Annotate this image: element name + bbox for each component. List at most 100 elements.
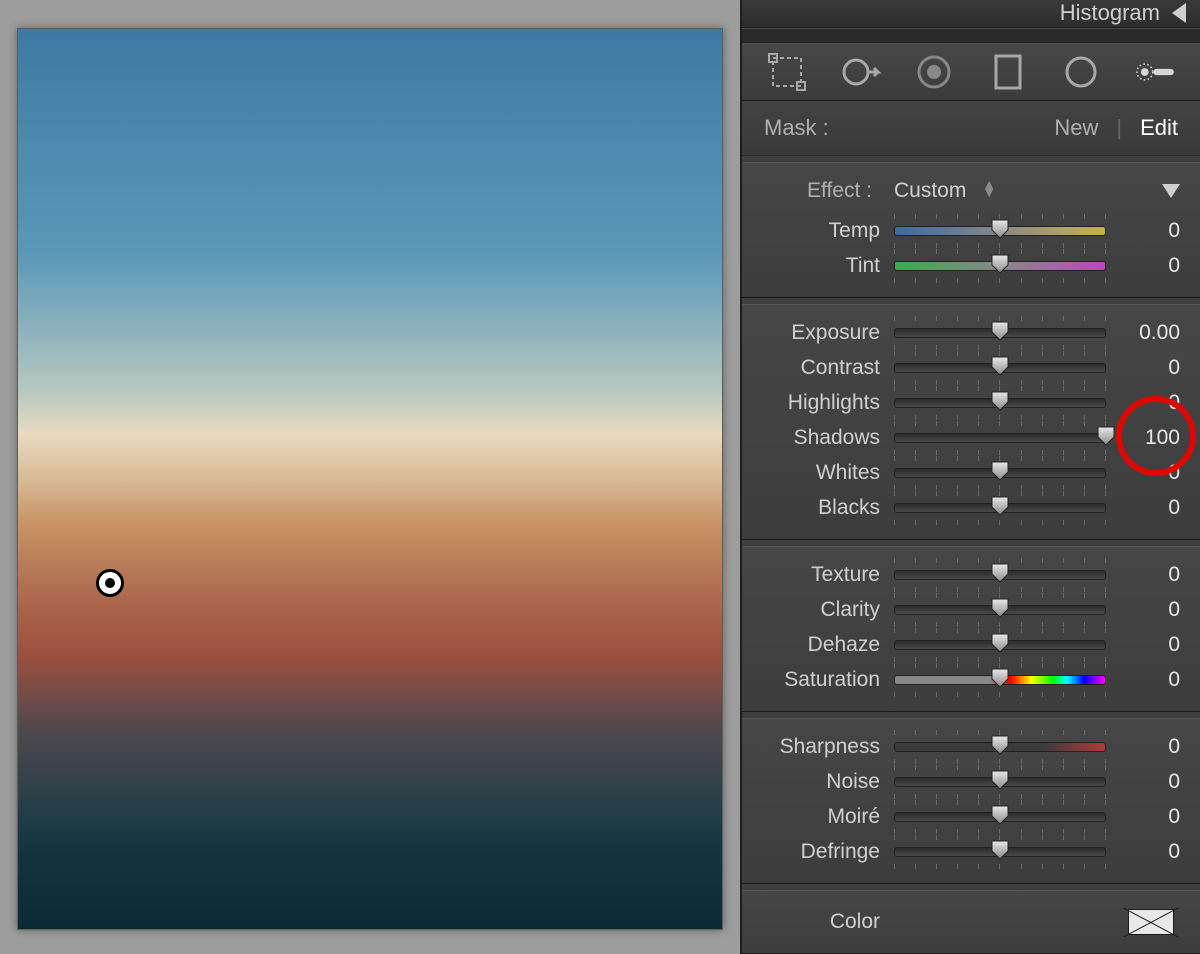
slider-sharpness[interactable]	[894, 736, 1106, 758]
slider-label: Dehaze	[762, 633, 894, 657]
slider-row-noise: Noise 0	[742, 764, 1200, 799]
slider-value[interactable]: 0	[1106, 391, 1180, 415]
disclosure-triangle-icon[interactable]	[1162, 184, 1180, 198]
slider-saturation[interactable]	[894, 669, 1106, 691]
slider-label: Blacks	[762, 496, 894, 520]
slider-label: Clarity	[762, 598, 894, 622]
slider-temp[interactable]	[894, 220, 1106, 242]
slider-noise[interactable]	[894, 771, 1106, 793]
dropdown-arrows-icon: ▲▼	[982, 180, 996, 196]
tone-section: Exposure0.00Contrast0Highlights0Shadows1…	[742, 304, 1200, 540]
effect-row: Effect : Custom ▲▼	[742, 173, 1200, 213]
redeye-tool-button[interactable]	[906, 44, 962, 100]
graduated-filter-icon	[986, 50, 1030, 94]
mask-label: Mask :	[764, 115, 829, 141]
slider-blacks[interactable]	[894, 497, 1106, 519]
effect-section: Effect : Custom ▲▼ Temp0Tint0	[742, 162, 1200, 298]
slider-value[interactable]: 0	[1106, 219, 1180, 243]
adjustment-brush-button[interactable]	[1127, 44, 1183, 100]
slider-value[interactable]: 0	[1106, 461, 1180, 485]
brush-icon	[1133, 50, 1177, 94]
histogram-panel-header[interactable]: Histogram	[742, 0, 1200, 28]
slider-value[interactable]: 0	[1106, 840, 1180, 864]
radial-filter-icon	[1059, 50, 1103, 94]
slider-label: Whites	[762, 461, 894, 485]
slider-row-shadows: Shadows 100	[742, 420, 1200, 455]
slider-row-texture: Texture 0	[742, 557, 1200, 592]
local-adjustment-toolstrip	[742, 43, 1200, 101]
collapse-left-icon[interactable]	[1172, 3, 1186, 23]
slider-value[interactable]: 0	[1106, 563, 1180, 587]
slider-label: Defringe	[762, 840, 894, 864]
graduated-filter-button[interactable]	[980, 44, 1036, 100]
slider-value[interactable]: 0	[1106, 633, 1180, 657]
effect-label: Effect :	[762, 179, 894, 203]
slider-highlights[interactable]	[894, 392, 1106, 414]
crop-icon	[765, 50, 809, 94]
slider-value[interactable]: 0	[1106, 496, 1180, 520]
slider-whites[interactable]	[894, 462, 1106, 484]
slider-value[interactable]: 0	[1106, 770, 1180, 794]
slider-value[interactable]: 0	[1106, 254, 1180, 278]
slider-dehaze[interactable]	[894, 634, 1106, 656]
adjustment-pin[interactable]	[96, 569, 124, 597]
slider-row-whites: Whites 0	[742, 455, 1200, 490]
slider-row-temp: Temp0	[742, 213, 1200, 248]
slider-clarity[interactable]	[894, 599, 1106, 621]
color-label: Color	[762, 910, 894, 934]
radial-filter-button[interactable]	[1053, 44, 1109, 100]
panel-title: Histogram	[1060, 0, 1160, 26]
slider-label: Exposure	[762, 321, 894, 345]
slider-group-presence: Texture0Clarity0Dehaze0Saturation0	[742, 557, 1200, 697]
mask-mode-row: Mask : New | Edit	[742, 101, 1200, 156]
presence-section: Texture0Clarity0Dehaze0Saturation0	[742, 546, 1200, 712]
spot-removal-icon	[838, 50, 882, 94]
effect-dropdown[interactable]: Custom ▲▼	[894, 179, 1162, 203]
slider-label: Moiré	[762, 805, 894, 829]
slider-exposure[interactable]	[894, 322, 1106, 344]
slider-row-highlights: Highlights0	[742, 385, 1200, 420]
mask-overlay	[18, 479, 722, 929]
color-swatch-button[interactable]	[1128, 909, 1174, 935]
slider-label: Sharpness	[762, 735, 894, 759]
slider-value[interactable]: 0.00	[1106, 321, 1180, 345]
crop-tool-button[interactable]	[759, 44, 815, 100]
slider-value[interactable]: 0	[1106, 598, 1180, 622]
slider-texture[interactable]	[894, 564, 1106, 586]
slider-row-dehaze: Dehaze 0	[742, 627, 1200, 662]
mask-new-button[interactable]: New	[1054, 115, 1098, 141]
slider-group-tone: Exposure0.00Contrast0Highlights0Shadows1…	[742, 315, 1200, 525]
slider-group-detail: Sharpness 0 Noise 0 Moiré 0 Defringe 0	[742, 729, 1200, 869]
slider-value[interactable]: 100	[1106, 426, 1180, 450]
slider-row-contrast: Contrast 0	[742, 350, 1200, 385]
slider-row-defringe: Defringe 0	[742, 834, 1200, 869]
slider-row-sharpness: Sharpness 0	[742, 729, 1200, 764]
image-preview[interactable]	[17, 28, 723, 930]
slider-row-moiré: Moiré 0	[742, 799, 1200, 834]
eye-icon	[912, 50, 956, 94]
slider-defringe[interactable]	[894, 841, 1106, 863]
color-row: Color	[742, 901, 1200, 939]
slider-label: Noise	[762, 770, 894, 794]
slider-label: Contrast	[762, 356, 894, 380]
slider-value[interactable]: 0	[1106, 356, 1180, 380]
slider-value[interactable]: 0	[1106, 668, 1180, 692]
image-canvas-area	[0, 0, 740, 954]
slider-row-exposure: Exposure 0.00	[742, 315, 1200, 350]
slider-group-color: Temp0Tint0	[742, 213, 1200, 283]
slider-moiré[interactable]	[894, 806, 1106, 828]
spot-removal-button[interactable]	[832, 44, 888, 100]
slider-value[interactable]: 0	[1106, 735, 1180, 759]
slider-row-blacks: Blacks 0	[742, 490, 1200, 525]
slider-contrast[interactable]	[894, 357, 1106, 379]
slider-label: Shadows	[762, 426, 894, 450]
panel-divider	[742, 28, 1200, 43]
slider-tint[interactable]	[894, 255, 1106, 277]
slider-row-tint: Tint0	[742, 248, 1200, 283]
slider-label: Texture	[762, 563, 894, 587]
slider-row-saturation: Saturation0	[742, 662, 1200, 697]
color-section: Color	[742, 890, 1200, 954]
slider-value[interactable]: 0	[1106, 805, 1180, 829]
slider-shadows[interactable]	[894, 427, 1106, 449]
mask-edit-button[interactable]: Edit	[1140, 115, 1178, 141]
